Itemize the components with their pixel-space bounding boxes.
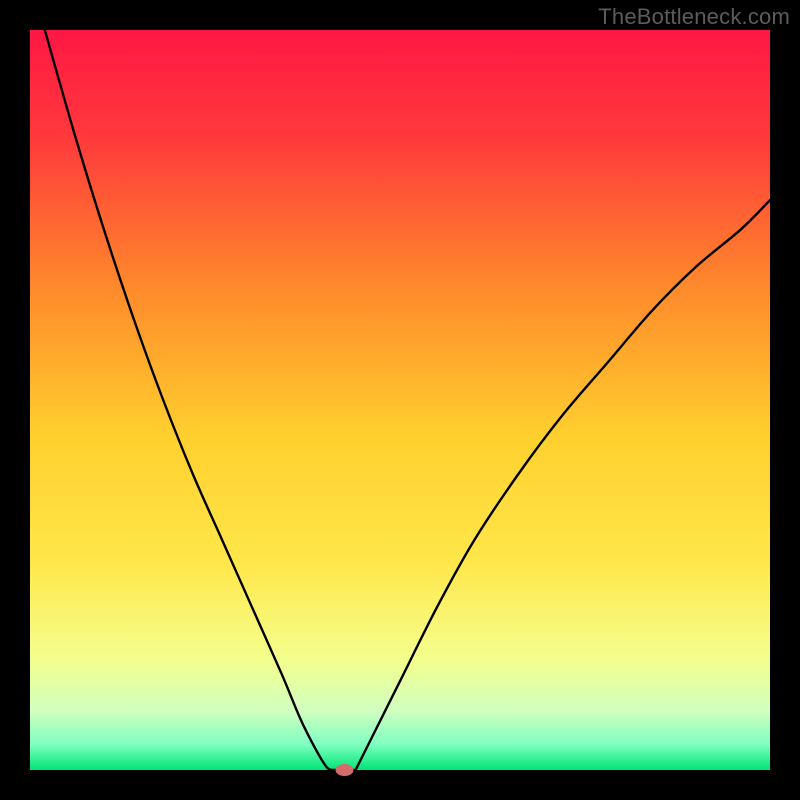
bottleneck-chart bbox=[0, 0, 800, 800]
watermark-text: TheBottleneck.com bbox=[598, 4, 790, 30]
chart-frame: { "watermark": "TheBottleneck.com", "cha… bbox=[0, 0, 800, 800]
bottleneck-marker bbox=[336, 764, 354, 776]
plot-background bbox=[30, 30, 770, 770]
